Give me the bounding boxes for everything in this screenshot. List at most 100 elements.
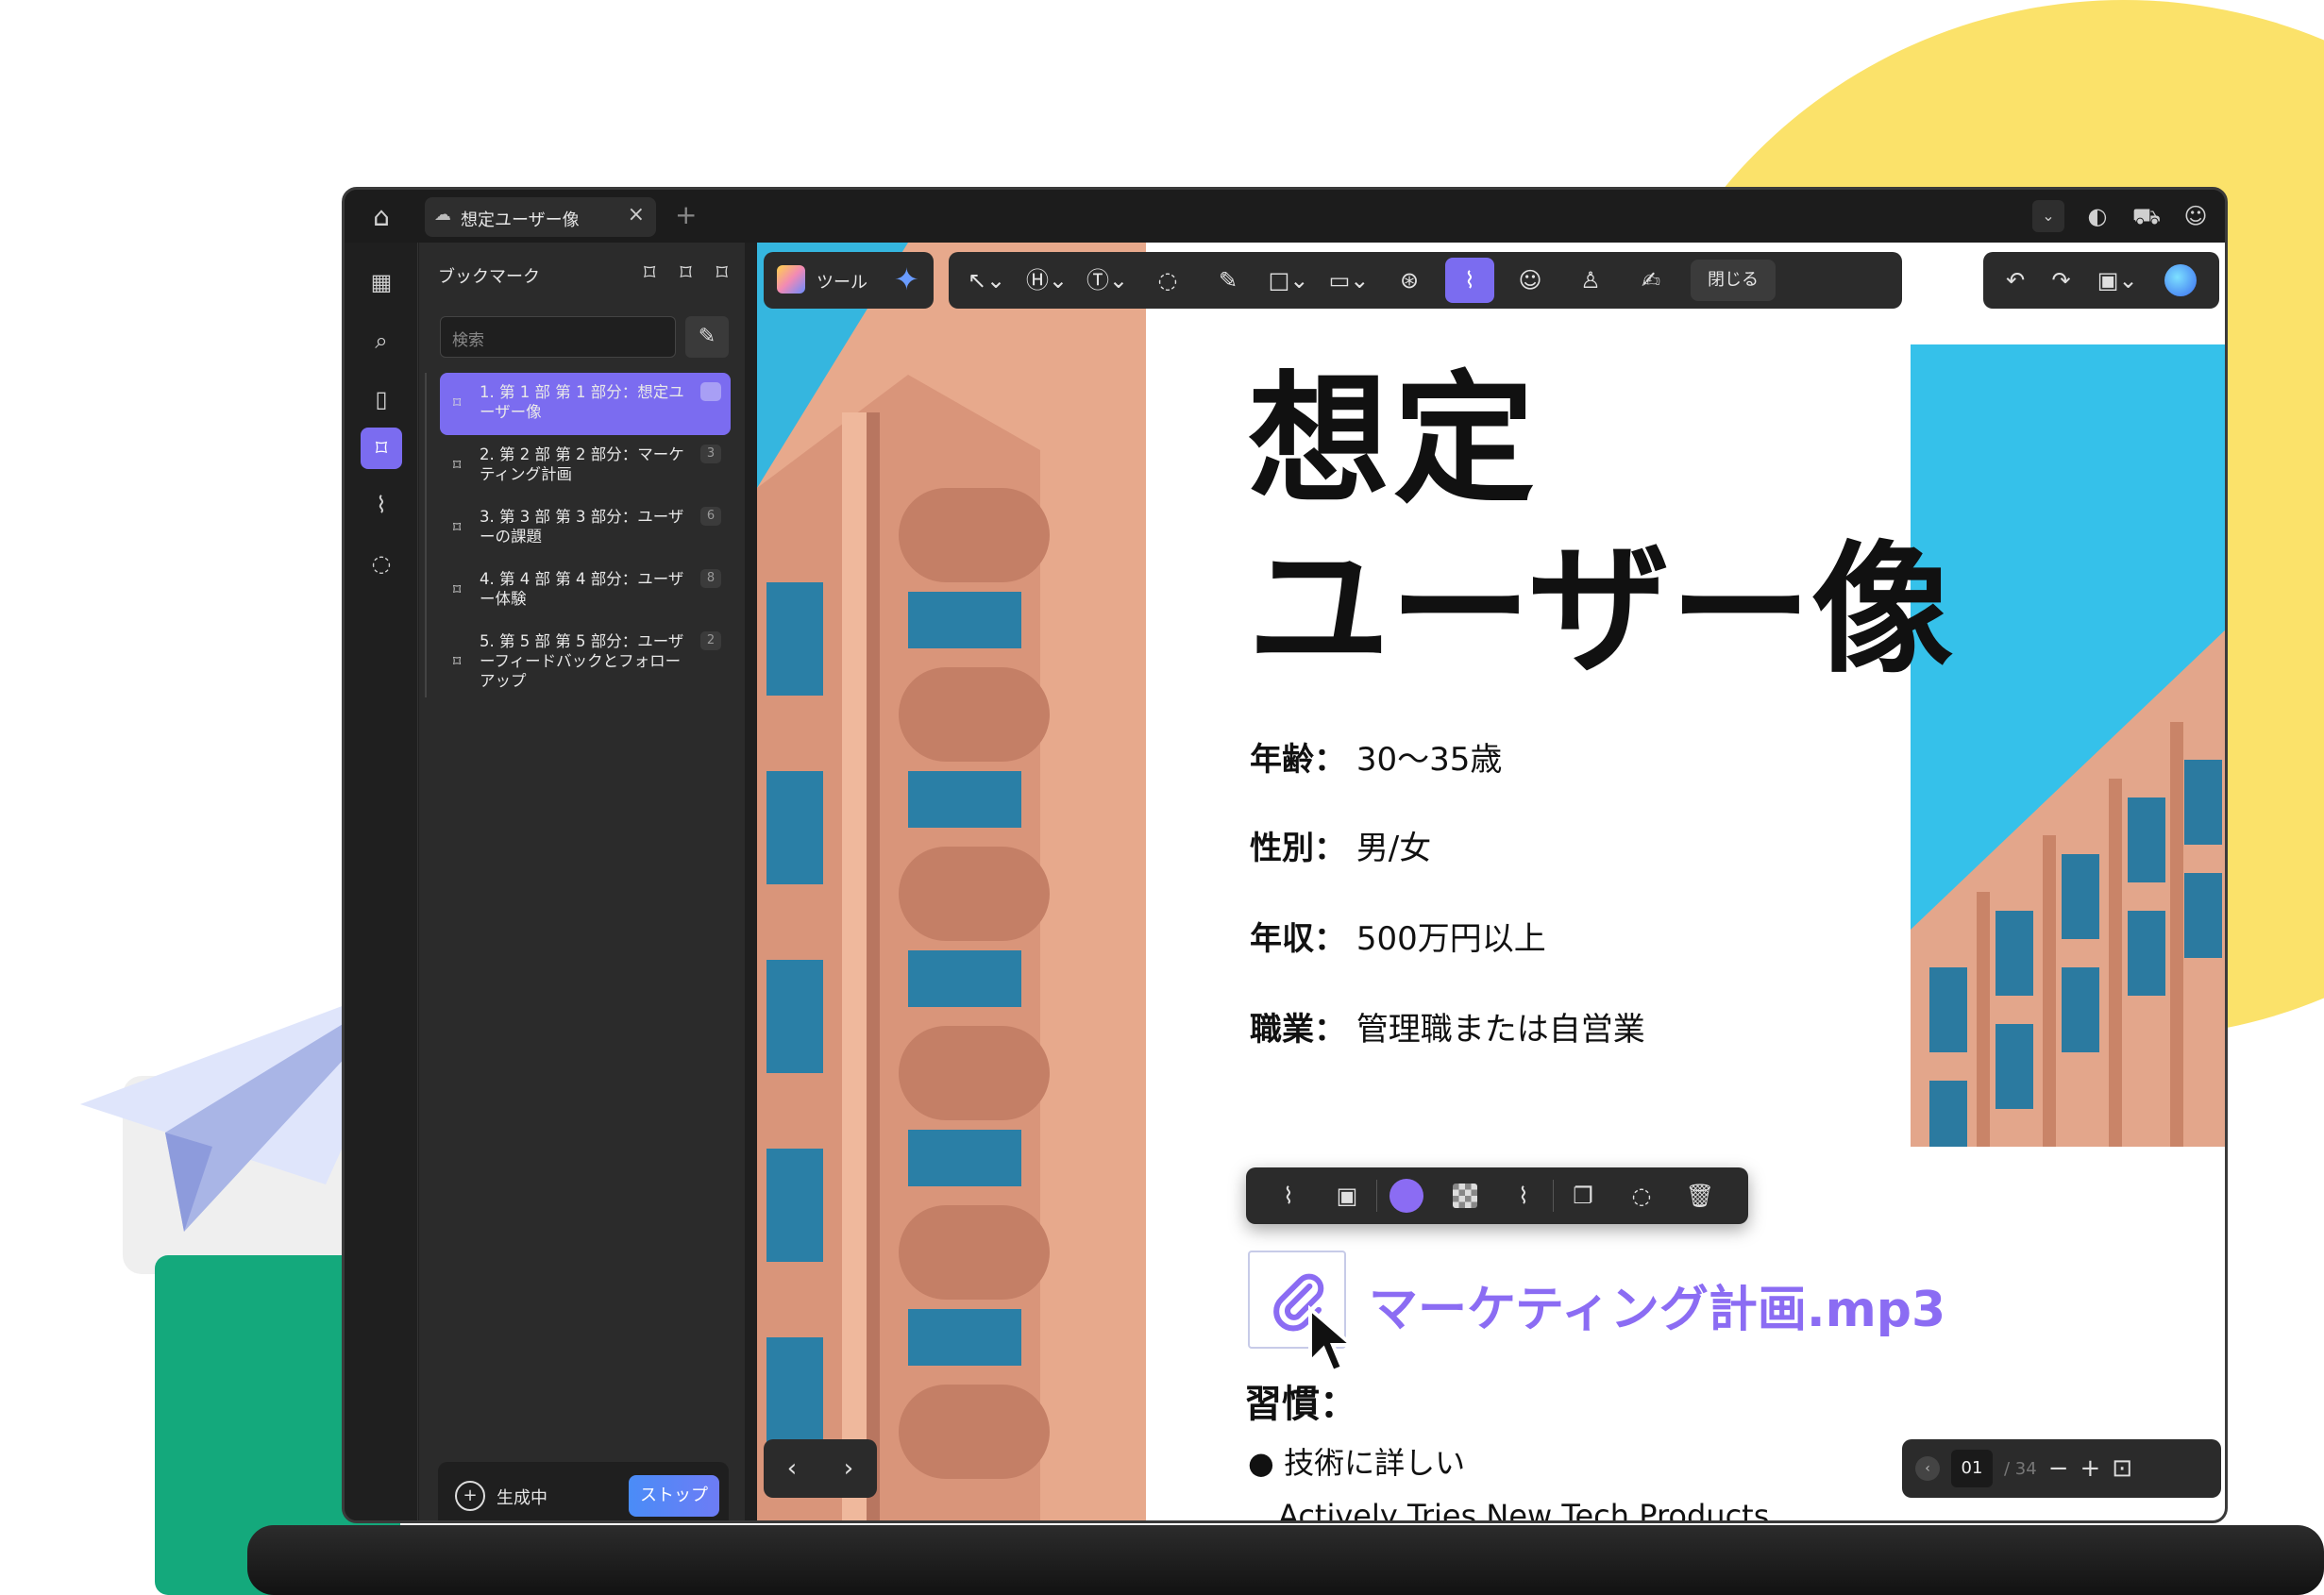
copy-icon[interactable]: ❐ [1554, 1175, 1612, 1217]
habit-text: 技術に詳しい [1284, 1445, 1466, 1481]
document-tab[interactable]: ☁ 想定ユーザー像 × [425, 197, 656, 237]
add-ai-bookmark-icon[interactable]: ⌑ [644, 260, 655, 286]
panel-title: ブックマーク [438, 267, 540, 287]
zoom-out-icon[interactable]: − [2048, 1454, 2069, 1483]
next-page-icon[interactable]: › [844, 1454, 853, 1483]
title-bar-actions: ⌄ ◐ ⛟ ☺ [2032, 199, 2212, 233]
toolbox-icon [777, 265, 805, 294]
redo-icon[interactable]: ↷ [2051, 267, 2070, 294]
bookmark-count: 2 [700, 631, 721, 650]
zoom-in-icon[interactable]: + [2080, 1454, 2101, 1483]
comment-tool-icon[interactable]: ◌ [1137, 258, 1198, 303]
bookmark-item[interactable]: ⌑ 3. 第 3 部 第 3 部分：ユーザーの課題 6 [440, 497, 731, 560]
attachment-filename[interactable]: マーケティング計画.mp3 [1369, 1269, 1945, 1340]
user-icon[interactable]: ☺ [2180, 200, 2212, 232]
chevron-left-icon[interactable]: ‹ [1915, 1456, 1940, 1481]
attachment-link-icon[interactable]: ⌇ [1259, 1175, 1318, 1217]
tools-button[interactable]: ツール ✦ [764, 252, 934, 309]
ai-assistant-icon[interactable] [2164, 264, 2197, 296]
pen-tool-icon[interactable]: ✎ [1198, 258, 1258, 303]
measure-tool-icon[interactable]: ▭⌄ [1319, 258, 1379, 303]
bookmark-label: 1. 第 1 部 第 1 部分：想定ユーザー像 [480, 383, 684, 421]
shape-tool-icon[interactable]: □⌄ [1258, 258, 1319, 303]
bookmark-icon: ⌑ [453, 456, 462, 474]
new-tab-icon[interactable]: + [675, 199, 697, 230]
signature-tool-icon[interactable]: ✍ [1621, 258, 1681, 303]
stamp-icon[interactable]: ♙ [1560, 258, 1621, 303]
cart-icon[interactable]: ⛟ [2130, 200, 2163, 232]
bookmark-count: 8 [700, 569, 721, 588]
panel-tools: ⌑ ⌑ ⌑ [644, 260, 728, 286]
habit-item-partial: Actively Tries New Tech Products [1278, 1498, 1770, 1523]
ai-sparkle-icon[interactable]: ✦ [894, 261, 919, 297]
home-icon[interactable]: ⌂ [365, 201, 397, 233]
annotation-toolbar: ↖⌄ Ⓗ⌄ Ⓣ⌄ ◌ ✎ □⌄ ▭⌄ ⊛ ⌇ ☺ ♙ ✍ 閉じる [949, 252, 1902, 309]
field-income: 年収： 500万円以上 [1250, 913, 1546, 959]
comment-icon[interactable]: ◌ [1612, 1175, 1671, 1217]
habits-heading: 習慣： [1244, 1383, 1357, 1426]
undo-icon[interactable]: ↶ [2006, 267, 2025, 294]
text-tool-icon[interactable]: Ⓣ⌄ [1077, 258, 1137, 303]
bookmark-label: 2. 第 2 部 第 2 部分：マーケティング計画 [480, 445, 684, 483]
sticker-tool-icon[interactable]: ☺ [1500, 258, 1560, 303]
comment-icon[interactable]: ◌ [361, 543, 402, 584]
close-toolbar-button[interactable]: 閉じる [1691, 260, 1776, 301]
close-icon[interactable]: × [628, 203, 645, 227]
document-title-line-1: 想定 [1248, 359, 1540, 523]
field-value: 500万円以上 [1356, 920, 1546, 958]
page-navigation: ‹ › [764, 1439, 877, 1498]
tree-line [425, 373, 427, 697]
search-icon[interactable]: ⌕ [361, 320, 402, 361]
bookmark-item[interactable]: ⌑ 2. 第 2 部 第 2 部分：マーケティング計画 3 [440, 435, 731, 497]
app-window: ⌂ ☁ 想定ユーザー像 × + ⌄ ◐ ⛟ ☺ ▦ ⌕ ▯ ⌑ ⌇ ◌ ブックマ… [342, 187, 2228, 1523]
bookmark-item[interactable]: ⌑ 4. 第 4 部 第 4 部分：ユーザー体験 8 [440, 560, 731, 622]
grid-icon[interactable]: ▦ [361, 261, 402, 303]
field-label: 年齢： [1250, 741, 1346, 779]
tools-label: ツール [817, 273, 867, 293]
edit-icon[interactable]: ✎ [685, 316, 729, 358]
bookmark-options-icon[interactable]: ⌑ [716, 260, 728, 286]
stop-button[interactable]: ストップ [629, 1475, 719, 1517]
tab-title: 想定ユーザー像 [461, 210, 580, 230]
stamp-tool-icon[interactable]: ⊛ [1379, 258, 1440, 303]
bookmark-count: 6 [700, 507, 721, 526]
field-label: 年収： [1250, 920, 1346, 958]
save-icon[interactable]: ▣⌄ [2097, 267, 2138, 294]
generating-status: + 生成中 ストップ [438, 1462, 729, 1520]
fit-width-icon[interactable]: ⊡ [2112, 1454, 2132, 1483]
save-icon[interactable]: ▣ [1318, 1175, 1376, 1217]
ai-sparkle-icon: + [455, 1481, 485, 1511]
bookmark-item[interactable]: ⌑ 5. 第 5 部 第 5 部分：ユーザーフィードバックとフォローアップ 2 [440, 622, 731, 705]
bookmark-icon[interactable]: ⌑ [361, 428, 402, 469]
highlight-tool-icon[interactable]: Ⓗ⌄ [1017, 258, 1077, 303]
attachment-icon[interactable]: ⌇ [361, 484, 402, 526]
previous-page-icon[interactable]: ‹ [787, 1454, 797, 1483]
cloud-icon: ☁ [434, 205, 451, 225]
page-icon[interactable]: ▯ [361, 378, 402, 420]
habit-item: ● 技術に詳しい [1248, 1445, 1466, 1481]
delete-icon[interactable]: 🗑 [1671, 1175, 1729, 1217]
bookmark-label: 4. 第 4 部 第 4 部分：ユーザー体験 [480, 570, 684, 608]
field-occupation: 職業： 管理職または自営業 [1250, 1003, 1645, 1049]
field-gender: 性別： 男/女 [1250, 822, 1431, 868]
color-picker[interactable] [1389, 1179, 1423, 1213]
attachment-icon[interactable]: ⌇ [1494, 1175, 1553, 1217]
field-label: 性別： [1250, 830, 1346, 867]
opacity-icon[interactable] [1453, 1184, 1477, 1208]
palette-icon[interactable]: ◐ [2081, 200, 2113, 232]
cursor-icon [1308, 1305, 1357, 1374]
bookmark-icon: ⌑ [453, 394, 462, 411]
field-value: 男/女 [1356, 830, 1432, 867]
stage: ⌂ ☁ 想定ユーザー像 × + ⌄ ◐ ⛟ ☺ ▦ ⌕ ▯ ⌑ ⌇ ◌ ブックマ… [0, 0, 2324, 1595]
bookmark-icon: ⌑ [453, 580, 462, 598]
page-input[interactable]: 01 [1951, 1450, 1993, 1487]
chevron-down-icon[interactable]: ⌄ [2032, 200, 2064, 232]
title-bar: ⌂ ☁ 想定ユーザー像 × + ⌄ ◐ ⛟ ☺ [345, 190, 2225, 243]
select-tool-icon[interactable]: ↖⌄ [956, 258, 1017, 303]
search-input[interactable]: 検索 [440, 316, 676, 358]
bookmark-item[interactable]: ⌑ 1. 第 1 部 第 1 部分：想定ユーザー像 0 [440, 373, 731, 435]
add-bookmark-icon[interactable]: ⌑ [680, 260, 691, 286]
attachment-tool-icon[interactable]: ⌇ [1445, 258, 1494, 303]
page-total: / 34 [2004, 1458, 2037, 1479]
generating-label: 生成中 [497, 1488, 547, 1508]
